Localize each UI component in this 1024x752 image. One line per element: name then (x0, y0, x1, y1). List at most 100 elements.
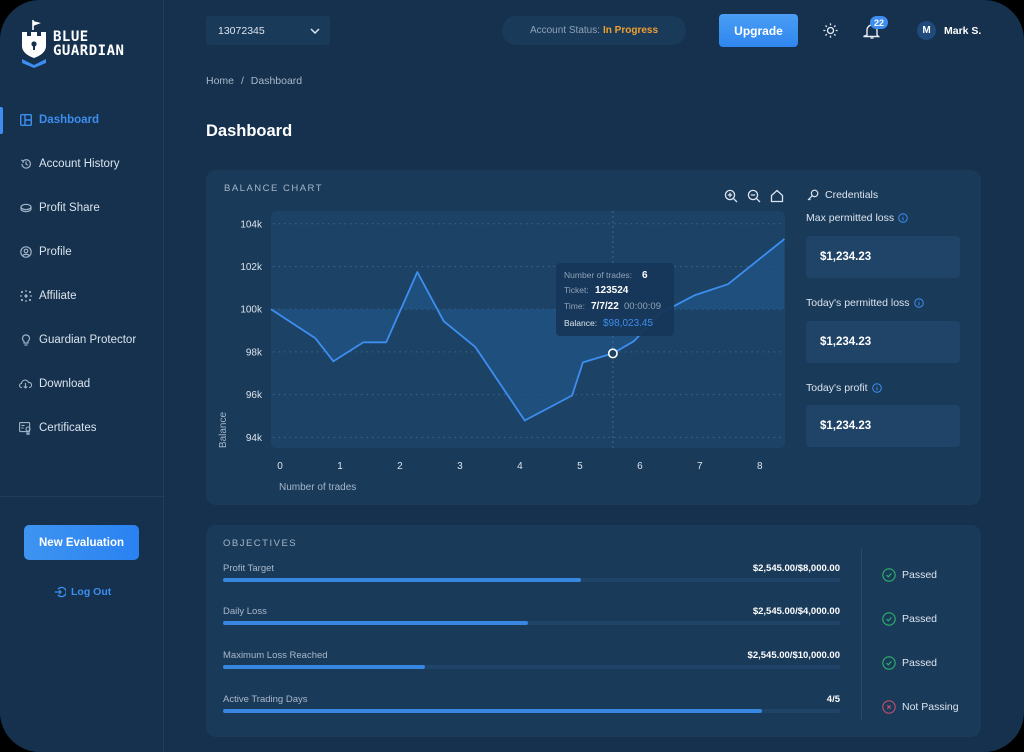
sidebar-item-label: Profile (39, 246, 72, 258)
x-tick-label: 0 (277, 461, 283, 472)
app-window: BLUE GUARDIAN Dashboard Account History … (0, 0, 1024, 752)
x-axis-label: Number of trades (279, 482, 356, 493)
credentials-label: Credentials (825, 189, 879, 201)
tooltip-time-label: Time: (564, 301, 585, 311)
objective-progress-fill (223, 621, 528, 625)
objective-value: 4/5 (826, 694, 840, 705)
objective-label: Profit Target (223, 563, 275, 574)
logout-label: Log Out (71, 586, 112, 598)
x-tick-label: 3 (457, 461, 463, 472)
y-tick-label: 104k (240, 219, 263, 230)
y-axis: 94k 96k 98k 100k 102k 104k (240, 219, 263, 444)
bulb-icon (19, 334, 32, 347)
sidebar-item-affiliate[interactable]: Affiliate (0, 274, 164, 318)
info-icon[interactable] (898, 213, 908, 223)
coin-icon (19, 202, 32, 215)
tooltip-ticket-label: Ticket: (564, 285, 589, 295)
x-tick-label: 2 (397, 461, 403, 472)
highlight-marker[interactable] (607, 348, 618, 359)
breadcrumb: Home / Dashboard (206, 75, 306, 87)
check-circle-icon (882, 568, 896, 582)
breadcrumb-current: Dashboard (250, 75, 303, 87)
objectives-divider (861, 548, 862, 720)
sidebar-item-account-history[interactable]: Account History (0, 142, 164, 186)
x-tick-label: 7 (697, 461, 703, 472)
logout-icon (54, 586, 66, 598)
page-title: Dashboard (206, 122, 293, 140)
x-tick-label: 1 (337, 461, 343, 472)
objective-status: Not Passing (882, 700, 959, 714)
network-icon (19, 290, 32, 303)
credentials-header[interactable]: Credentials (807, 189, 878, 201)
objective-progress-track (223, 665, 840, 669)
sidebar-divider (0, 496, 164, 497)
objective-progress-fill (223, 709, 762, 713)
sidebar-item-label: Guardian Protector (39, 334, 137, 346)
x-circle-icon (882, 700, 896, 714)
stat-label-text: Max permitted loss (806, 212, 895, 224)
account-number: 13072345 (218, 24, 265, 37)
sidebar-item-label: Profit Share (39, 202, 100, 214)
sidebar-item-profile[interactable]: Profile (0, 230, 164, 274)
max-permitted-loss-value: $1,234.23 (806, 236, 960, 278)
sidebar-item-label: Certificates (39, 422, 97, 434)
todays-permitted-loss-label: Today's permitted loss (806, 297, 924, 309)
account-status-pill: Account Status: In Progress (502, 16, 686, 45)
objectives-title: OBJECTIVES (223, 538, 298, 549)
check-circle-icon (882, 656, 896, 670)
tooltip-ticket-value: 123524 (595, 285, 629, 296)
objectives-card (206, 525, 981, 737)
tooltip-time-date: 7/7/22 (591, 301, 619, 312)
tooltip-time-clock: 00:00:09 (624, 301, 661, 312)
account-status-label: Account Status: (529, 25, 600, 36)
sidebar-item-certificates[interactable]: Certificates (0, 406, 164, 450)
sidebar-item-label: Affiliate (39, 290, 77, 302)
objective-progress-fill (223, 665, 426, 669)
y-tick-label: 98k (246, 347, 263, 358)
new-evaluation-button[interactable]: New Evaluation (24, 525, 139, 560)
cloud-download-icon (19, 378, 32, 391)
theme-toggle-sun-icon[interactable] (822, 22, 839, 39)
info-icon[interactable] (871, 383, 882, 393)
x-tick-label: 4 (517, 461, 523, 472)
max-permitted-loss-label: Max permitted loss (806, 212, 908, 224)
key-icon (807, 189, 819, 201)
tooltip-balance-label: Balance: (564, 318, 597, 328)
balance-chart[interactable]: 94k96k98k100k102k104k 012345678 Balance … (206, 200, 796, 500)
sidebar-item-label: Download (39, 378, 91, 390)
x-tick-label: 8 (757, 461, 763, 472)
breadcrumb-separator: / (240, 75, 244, 87)
sidebar-item-download[interactable]: Download (0, 362, 164, 406)
sidebar-nav: Dashboard Account History Profit Share P… (0, 98, 164, 450)
info-icon[interactable] (913, 298, 924, 308)
objective-value: $2,545.00/$8,000.00 (752, 563, 840, 574)
objective-value: $2,545.00/$10,000.00 (747, 650, 840, 661)
sidebar-item-dashboard[interactable]: Dashboard (0, 98, 164, 142)
brand-logo[interactable]: BLUE GUARDIAN (21, 20, 124, 68)
x-tick-label: 5 (577, 461, 583, 472)
objective-status-label: Not Passing (902, 701, 959, 713)
tooltip-trades-label: Number of trades: (564, 270, 632, 280)
account-status-value: In Progress (603, 25, 659, 36)
tooltip-trades-value: 6 (642, 270, 648, 281)
account-select[interactable]: 13072345 (206, 16, 330, 45)
objective-progress-track (223, 578, 840, 582)
logout-link[interactable]: Log Out (54, 586, 111, 598)
upgrade-button[interactable]: Upgrade (719, 14, 798, 47)
avatar[interactable]: M (917, 21, 936, 40)
y-tick-label: 102k (240, 262, 263, 273)
user-circle-icon (19, 246, 32, 259)
objective-status: Passed (882, 612, 937, 626)
user-name[interactable]: Mark S. (944, 25, 981, 37)
objective-progress-track (223, 621, 840, 625)
objective-status: Passed (882, 656, 937, 670)
sidebar: BLUE GUARDIAN Dashboard Account History … (0, 0, 164, 752)
sidebar-item-guardian-protector[interactable]: Guardian Protector (0, 318, 164, 362)
objective-label: Active Trading Days (223, 694, 308, 705)
breadcrumb-home[interactable]: Home (206, 75, 234, 87)
chevron-down-icon (310, 27, 320, 34)
todays-profit-value: $1,234.23 (806, 405, 960, 447)
y-tick-label: 94k (246, 433, 263, 444)
sidebar-item-profit-share[interactable]: Profit Share (0, 186, 164, 230)
sidebar-item-label: Dashboard (39, 114, 100, 126)
